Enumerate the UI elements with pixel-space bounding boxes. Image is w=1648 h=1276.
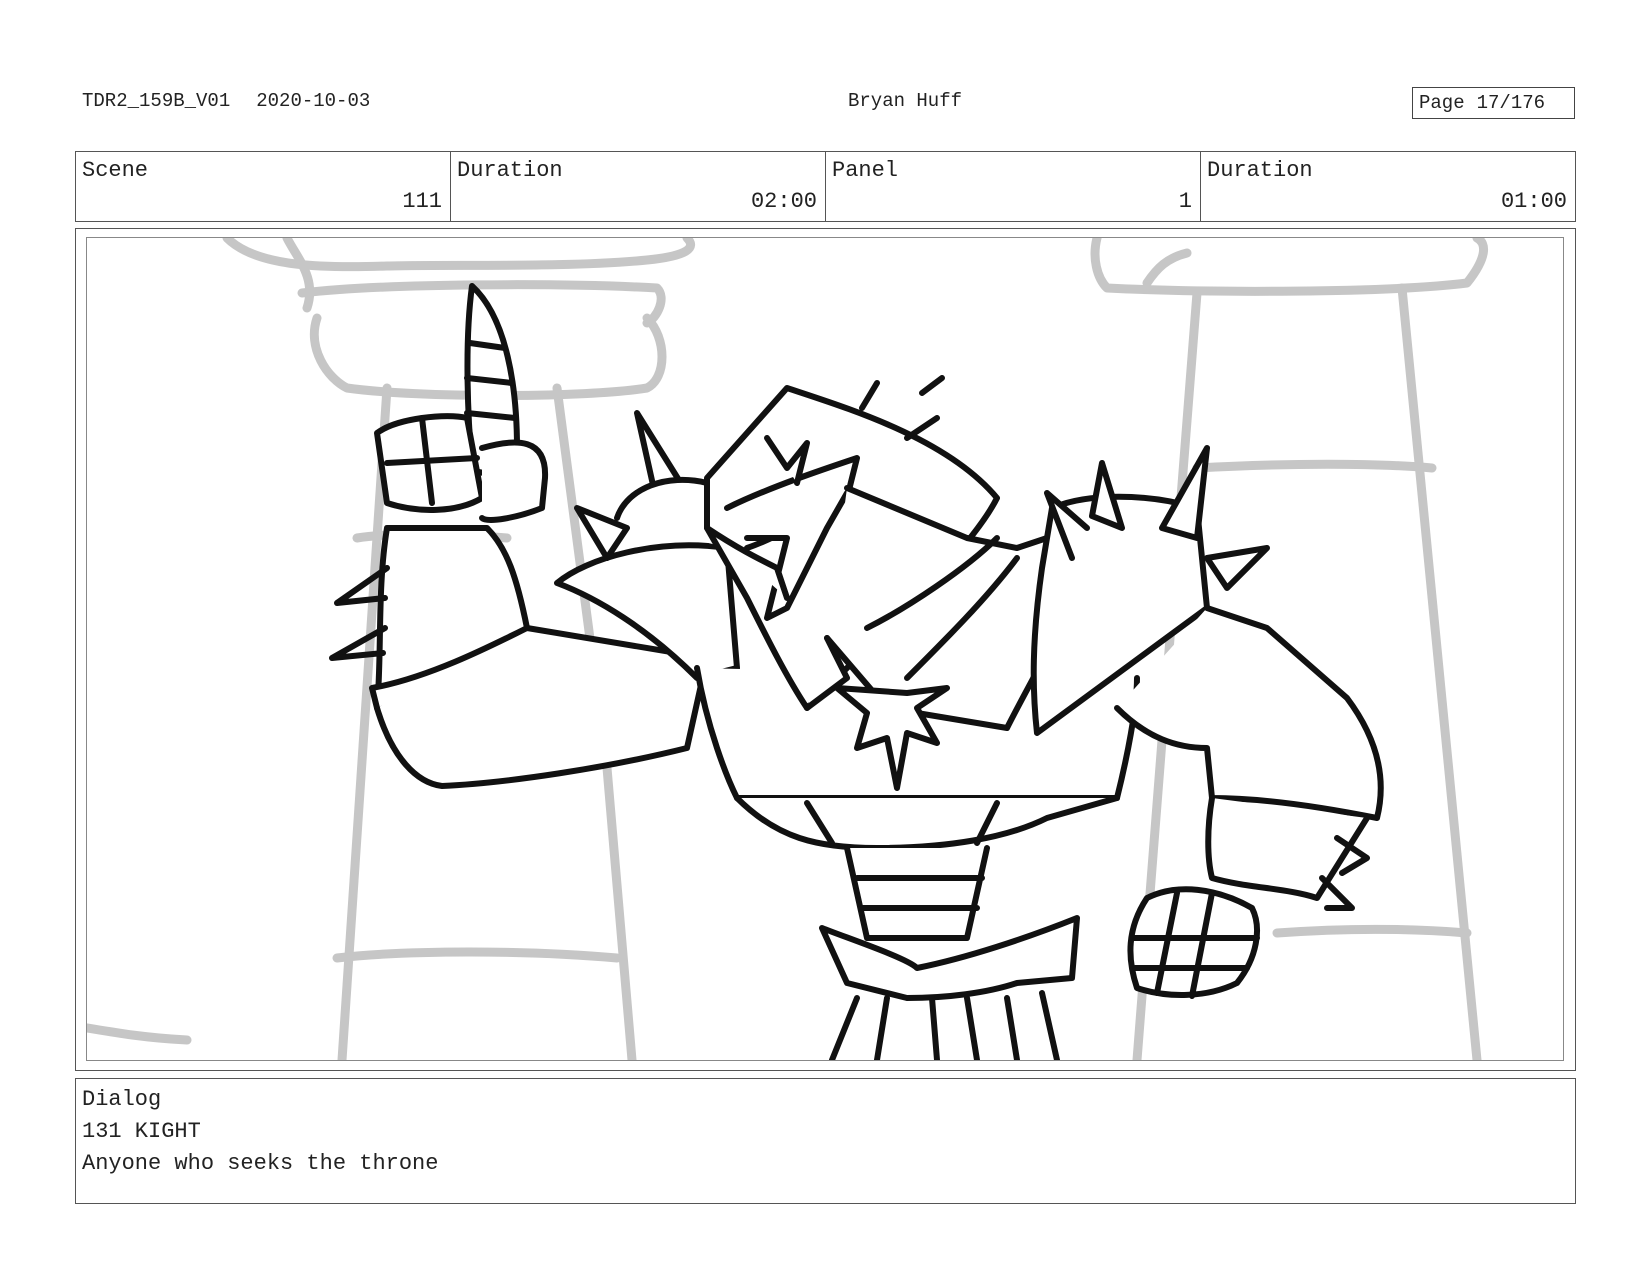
dialog-character: 131 KIGHT [82,1119,201,1144]
scene-cell: Scene 111 [76,152,451,221]
scene-info-table: Scene 111 Duration 02:00 Panel 1 Duratio… [75,151,1576,222]
panel-duration-label: Duration [1207,158,1313,183]
page-number: 17/176 [1476,92,1546,114]
storyboard-drawing [86,237,1564,1061]
panel-duration-value: 01:00 [1500,189,1567,214]
page-label: Page [1419,92,1465,114]
panel-value: 1 [1178,189,1192,214]
header-artist: Bryan Huff [847,90,963,112]
dialog-title: Dialog [82,1087,162,1112]
panel-duration-cell: Duration 01:00 [1201,152,1575,221]
panel-cell: Panel 1 [826,152,1201,221]
scene-label: Scene [82,158,149,183]
scene-value: 111 [402,189,442,214]
knight-character [329,283,1384,1060]
scene-duration-cell: Duration 02:00 [451,152,826,221]
scene-duration-value: 02:00 [750,189,817,214]
dialog-line: Anyone who seeks the throne [82,1151,439,1176]
panel-label: Panel [832,158,899,183]
page-indicator: Page 17/176 [1412,87,1575,119]
scene-duration-label: Duration [457,158,563,183]
dialog-box: Dialog 131 KIGHT Anyone who seeks the th… [75,1078,1576,1204]
storyboard-panel-frame [75,228,1576,1071]
